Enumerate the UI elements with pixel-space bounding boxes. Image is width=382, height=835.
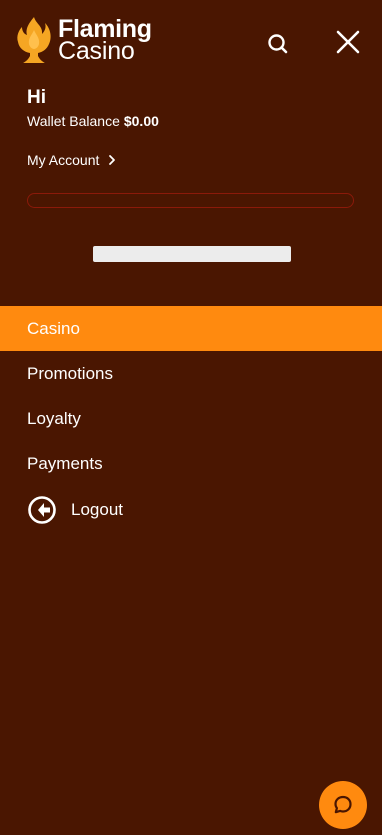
chevron-right-icon <box>109 155 116 165</box>
brand-name-line2: Casino <box>58 37 135 65</box>
search-icon <box>268 34 288 54</box>
header: Flaming Casino <box>0 0 382 80</box>
greeting-text: Hi <box>27 87 46 108</box>
wallet-balance-label: Wallet Balance <box>27 113 120 129</box>
nav-item-casino[interactable]: Casino <box>0 306 382 351</box>
logout-button[interactable]: Logout <box>0 486 382 534</box>
loading-placeholder <box>93 246 291 262</box>
close-menu-button[interactable] <box>334 28 362 56</box>
my-account-link[interactable]: My Account <box>27 152 117 168</box>
account-progress-bar <box>27 193 354 208</box>
nav-item-payments[interactable]: Payments <box>0 441 382 486</box>
brand-name: Flaming Casino <box>58 17 152 65</box>
nav-item-promotions[interactable]: Promotions <box>0 351 382 396</box>
search-button[interactable] <box>264 30 292 58</box>
brand-logo[interactable]: Flaming Casino <box>16 16 152 70</box>
logout-label: Logout <box>71 500 123 519</box>
close-icon <box>336 30 360 54</box>
my-account-label: My Account <box>27 152 100 168</box>
logout-icon <box>28 496 56 524</box>
chat-bubble-icon <box>334 795 352 814</box>
nav-item-loyalty[interactable]: Loyalty <box>0 396 382 441</box>
chat-button[interactable] <box>319 781 367 829</box>
wallet-balance: Wallet Balance $0.00 <box>27 113 159 129</box>
flame-spade-icon <box>17 17 51 63</box>
main-nav: Casino Promotions Loyalty Payments Logou… <box>0 306 382 534</box>
wallet-balance-amount: $0.00 <box>123 113 159 129</box>
